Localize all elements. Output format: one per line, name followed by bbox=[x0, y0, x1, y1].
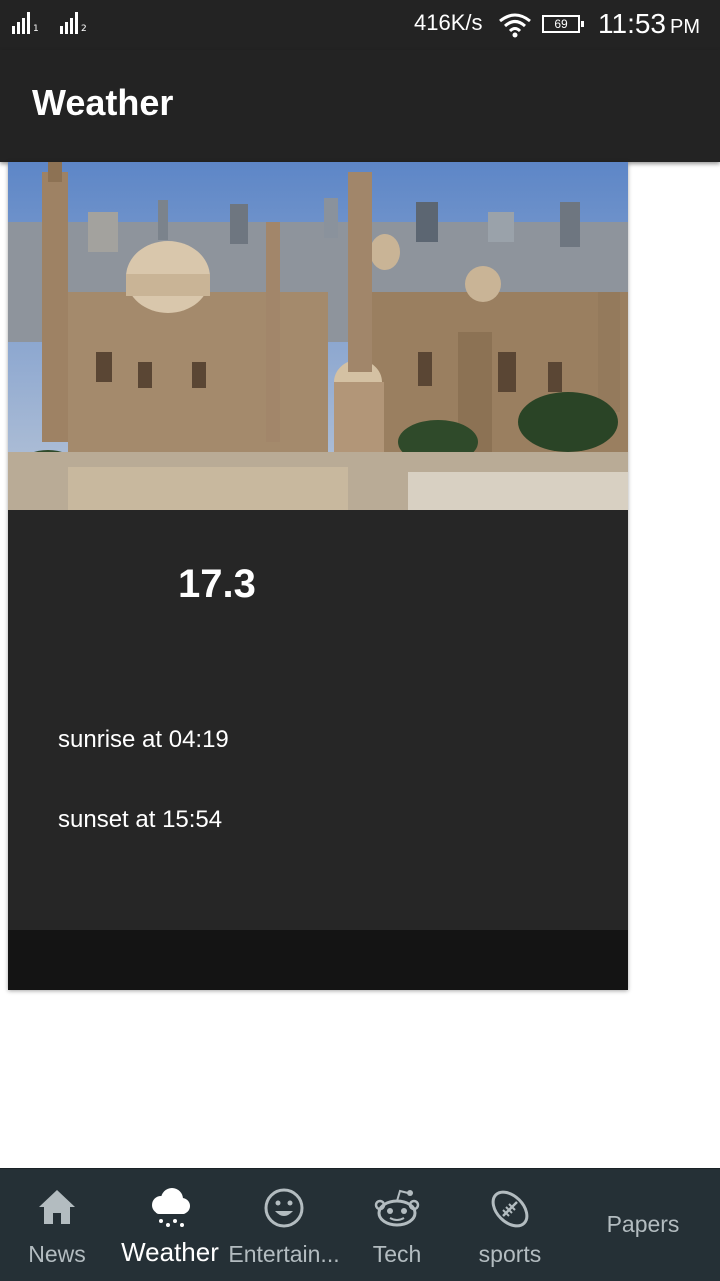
temperature-value: 17.3 bbox=[178, 562, 256, 606]
nav-label-sports: sports bbox=[478, 1241, 542, 1267]
nav-tab-weather[interactable]: Weather bbox=[114, 1169, 226, 1281]
signal-strength-icon: 1 bbox=[12, 12, 39, 34]
clock-time: 11:53 bbox=[598, 8, 666, 39]
city-mosque-image bbox=[8, 162, 628, 510]
app-bar: Weather bbox=[0, 50, 720, 162]
nav-tab-papers[interactable]: Papers bbox=[580, 1169, 706, 1281]
clock: 11:53 PM bbox=[598, 8, 700, 40]
rain-cloud-icon bbox=[152, 1188, 190, 1227]
nav-tab-news[interactable]: News bbox=[0, 1169, 114, 1281]
nav-label-weather: Weather bbox=[121, 1237, 219, 1267]
nav-label-papers: Papers bbox=[606, 1211, 680, 1237]
battery-level: 69 bbox=[554, 17, 568, 31]
wifi-icon bbox=[499, 13, 531, 38]
sunrise-time: sunrise at 04:19 bbox=[58, 726, 229, 753]
nav-label-tech: Tech bbox=[372, 1241, 422, 1267]
nav-label-news: News bbox=[28, 1241, 86, 1267]
sim2-label: 2 bbox=[81, 24, 87, 34]
reddit-alien-icon bbox=[374, 1189, 420, 1227]
card-footer bbox=[8, 930, 628, 990]
football-icon bbox=[491, 1190, 529, 1228]
nav-tab-entertainment[interactable]: Entertain... bbox=[226, 1169, 342, 1281]
sunset-time: sunset at 15:54 bbox=[58, 806, 223, 833]
nav-tab-sports[interactable]: sports bbox=[452, 1169, 568, 1281]
home-icon bbox=[39, 1190, 75, 1224]
signal-strength-icon: 2 bbox=[60, 12, 87, 34]
bottom-navigation: News Weather Entertain... Tech sports Pa… bbox=[0, 1168, 720, 1281]
battery-icon: 69 bbox=[542, 15, 584, 33]
nav-tab-tech[interactable]: Tech bbox=[342, 1169, 452, 1281]
smiley-icon bbox=[264, 1188, 304, 1228]
weather-card[interactable]: 17.3 sunrise at 04:19 sunset at 15:54 bbox=[8, 162, 628, 990]
status-bar: 1 2 416K/s 69 11:53 PM bbox=[0, 0, 720, 50]
clock-ampm: PM bbox=[670, 16, 700, 38]
sim1-label: 1 bbox=[33, 24, 39, 34]
page-title: Weather bbox=[32, 82, 174, 123]
network-speed: 416K/s bbox=[414, 10, 483, 35]
nav-label-entertainment: Entertain... bbox=[228, 1241, 340, 1267]
